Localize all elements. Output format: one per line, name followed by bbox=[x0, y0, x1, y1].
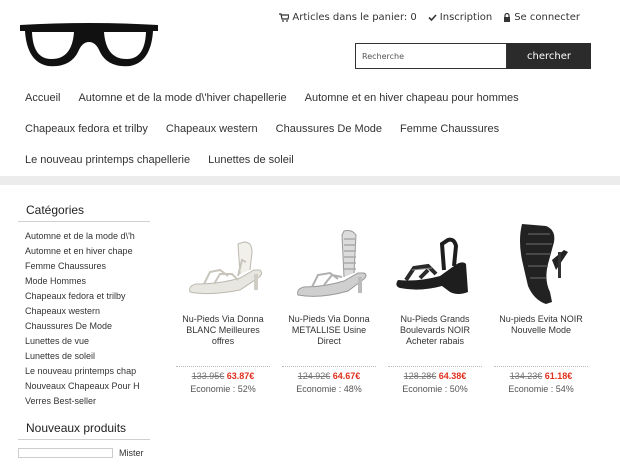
check-icon bbox=[428, 14, 437, 22]
search-button[interactable]: chercher bbox=[507, 43, 591, 69]
new-price: 61.18€ bbox=[544, 371, 573, 381]
new-price: 64.67€ bbox=[332, 371, 361, 381]
product-name[interactable]: Nu-pieds Evita NOIR Nouvelle Mode bbox=[488, 314, 594, 358]
nav-item-automne-hiver-chapellerie[interactable]: Automne et de la mode d\'hiver chapeller… bbox=[78, 92, 286, 104]
main-nav: Accueil Automne et de la mode d\'hiver c… bbox=[0, 82, 620, 175]
login-label: Se connecter bbox=[514, 12, 580, 23]
category-link[interactable]: Automne et en hiver chape bbox=[25, 244, 144, 259]
nav-item-femme-chaussures[interactable]: Femme Chaussures bbox=[400, 123, 499, 135]
product-name[interactable]: Nu-Pieds Grands Boulevards NOIR Acheter … bbox=[382, 314, 488, 358]
divider-band bbox=[0, 176, 620, 185]
product-price: 133.95€ 63.87€ bbox=[176, 366, 270, 381]
old-price: 134.23€ bbox=[509, 371, 543, 381]
new-product-label[interactable]: Mister bbox=[119, 448, 144, 458]
nav-item-printemps-chapellerie[interactable]: Le nouveau printemps chapellerie bbox=[25, 154, 190, 166]
product-image[interactable] bbox=[488, 218, 594, 312]
category-link[interactable]: Nouveaux Chapeaux Pour H bbox=[25, 379, 144, 394]
category-list: Automne et de la mode d\'h Automne et en… bbox=[18, 222, 144, 409]
register-label: Inscription bbox=[439, 12, 493, 23]
cart-label: Articles dans le panier: 0 bbox=[292, 12, 417, 23]
old-price: 133.95€ bbox=[191, 371, 225, 381]
category-link[interactable]: Mode Hommes bbox=[25, 274, 144, 289]
product-image[interactable] bbox=[276, 218, 382, 312]
category-link[interactable]: Chapeaux fedora et trilby bbox=[25, 289, 144, 304]
old-price: 128.28€ bbox=[403, 371, 437, 381]
category-link[interactable]: Automne et de la mode d\'h bbox=[25, 229, 144, 244]
new-products-title: Nouveaux produits bbox=[18, 421, 150, 440]
old-price: 124.92€ bbox=[297, 371, 331, 381]
new-product-item[interactable]: Mister bbox=[18, 448, 150, 458]
product-economy: Economie : 54% bbox=[508, 384, 574, 394]
header: Articles dans le panier: 0 Inscription S… bbox=[0, 0, 620, 176]
product-economy: Economie : 52% bbox=[190, 384, 256, 394]
search-bar: chercher bbox=[355, 43, 591, 69]
nav-item-chapeaux-western[interactable]: Chapeaux western bbox=[166, 123, 258, 135]
white-sandal-icon bbox=[189, 241, 263, 295]
glasses-logo-icon[interactable] bbox=[20, 22, 158, 70]
register-link[interactable]: Inscription bbox=[428, 12, 492, 23]
category-link[interactable]: Verres Best-seller bbox=[25, 394, 144, 409]
sidebar: Catégories Automne et de la mode d\'h Au… bbox=[18, 203, 150, 458]
product-card[interactable]: Nu-Pieds Via Donna METALLISE Usine Direc… bbox=[276, 218, 382, 394]
category-link[interactable]: Chaussures De Mode bbox=[25, 319, 144, 334]
nav-item-chaussures-mode[interactable]: Chaussures De Mode bbox=[276, 123, 382, 135]
category-link[interactable]: Chapeaux western bbox=[25, 304, 144, 319]
cart-icon bbox=[279, 13, 290, 22]
black-heel-sandal-icon bbox=[520, 224, 568, 304]
nav-item-lunettes-soleil[interactable]: Lunettes de soleil bbox=[208, 154, 294, 166]
product-economy: Economie : 48% bbox=[296, 384, 362, 394]
nav-row: Le nouveau printemps chapellerie Lunette… bbox=[0, 144, 620, 175]
new-product-thumbnail[interactable] bbox=[18, 448, 113, 458]
silver-sandal-icon bbox=[297, 230, 367, 297]
nav-row: Chapeaux fedora et trilby Chapeaux weste… bbox=[0, 113, 620, 144]
lock-icon bbox=[504, 13, 511, 22]
black-wedge-sandal-icon bbox=[396, 237, 468, 294]
category-link[interactable]: Lunettes de vue bbox=[25, 334, 144, 349]
nav-item-accueil[interactable]: Accueil bbox=[25, 92, 60, 104]
product-economy: Economie : 50% bbox=[402, 384, 468, 394]
nav-item-fedora-trilby[interactable]: Chapeaux fedora et trilby bbox=[25, 123, 148, 135]
product-grid: Nu-Pieds Via Donna BLANC Meilleures offr… bbox=[170, 218, 595, 394]
product-image[interactable] bbox=[382, 218, 488, 312]
product-image[interactable] bbox=[170, 218, 276, 312]
product-card[interactable]: Nu-Pieds Via Donna BLANC Meilleures offr… bbox=[170, 218, 276, 394]
nav-row: Accueil Automne et de la mode d\'hiver c… bbox=[0, 82, 620, 113]
category-link[interactable]: Femme Chaussures bbox=[25, 259, 144, 274]
product-price: 128.28€ 64.38€ bbox=[388, 366, 482, 381]
categories-title: Catégories bbox=[18, 203, 150, 222]
search-input[interactable] bbox=[355, 43, 507, 69]
cart-link[interactable]: Articles dans le panier: 0 bbox=[279, 12, 417, 23]
login-link[interactable]: Se connecter bbox=[503, 12, 580, 23]
new-price: 63.87€ bbox=[226, 371, 255, 381]
product-price: 134.23€ 61.18€ bbox=[494, 366, 588, 381]
product-name[interactable]: Nu-Pieds Via Donna METALLISE Usine Direc… bbox=[276, 314, 382, 358]
product-price: 124.92€ 64.67€ bbox=[282, 366, 376, 381]
nav-item-chapeau-hommes[interactable]: Automne et en hiver chapeau pour hommes bbox=[305, 92, 519, 104]
product-card[interactable]: Nu-Pieds Grands Boulevards NOIR Acheter … bbox=[382, 218, 488, 394]
product-name[interactable]: Nu-Pieds Via Donna BLANC Meilleures offr… bbox=[170, 314, 276, 358]
new-price: 64.38€ bbox=[438, 371, 467, 381]
category-link[interactable]: Le nouveau printemps chap bbox=[25, 364, 144, 379]
category-link[interactable]: Lunettes de soleil bbox=[25, 349, 144, 364]
top-links: Articles dans le panier: 0 Inscription S… bbox=[279, 12, 580, 23]
product-card[interactable]: Nu-pieds Evita NOIR Nouvelle Mode 134.23… bbox=[488, 218, 594, 394]
